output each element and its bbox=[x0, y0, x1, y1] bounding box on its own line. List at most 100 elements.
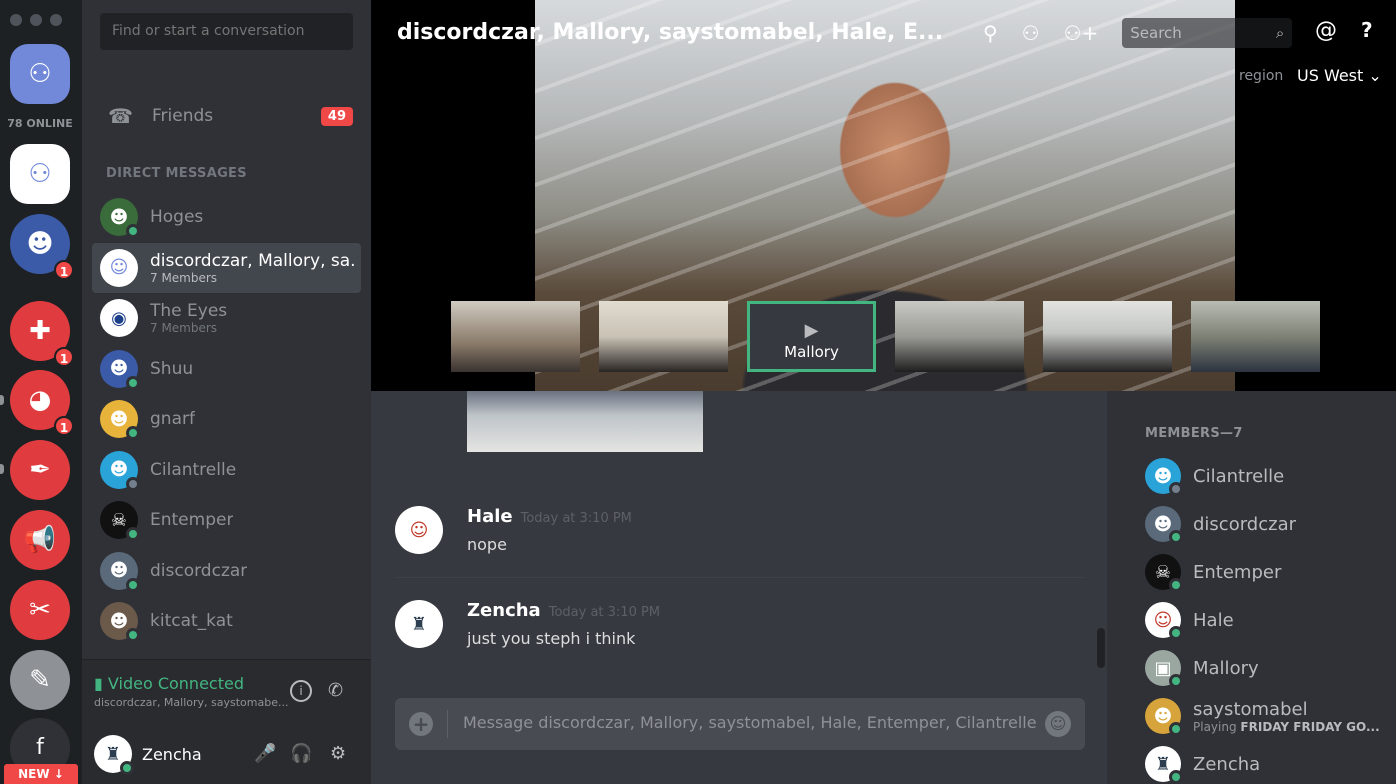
participant-thumbnail-selected[interactable]: ▶ Mallory bbox=[747, 301, 876, 372]
microphone-icon[interactable]: 🎤 bbox=[254, 743, 276, 764]
user-avatar[interactable]: ♜ bbox=[94, 735, 134, 775]
message-list: ☺ Hale Today at 3:10 PM nope ♜ Zencha Toda… bbox=[371, 480, 1107, 668]
video-call-members: discordczar, Mallory, saystomabe... bbox=[94, 696, 289, 709]
online-status-dot bbox=[126, 375, 140, 390]
server-hoges[interactable]: ☻ 1 bbox=[10, 214, 74, 280]
online-status-dot bbox=[126, 224, 140, 239]
window-controls bbox=[10, 14, 62, 26]
upload-plus-icon[interactable]: + bbox=[409, 712, 433, 736]
member-item[interactable]: ☻ discordczar bbox=[1145, 500, 1380, 548]
signal-icon: ▮ bbox=[94, 674, 103, 693]
dm-item-kitcat-kat[interactable]: ☻ kitcat_kat bbox=[92, 596, 361, 647]
member-item[interactable]: ☺ Hale bbox=[1145, 596, 1380, 644]
dm-item-shuu[interactable]: ☻ Shuu bbox=[92, 344, 361, 395]
disconnect-call-button[interactable]: ✆ bbox=[328, 680, 343, 701]
members-toggle-icon[interactable]: ⚇ bbox=[1022, 21, 1040, 45]
participant-thumbnail[interactable] bbox=[1043, 301, 1172, 372]
friends-label: Friends bbox=[152, 106, 214, 126]
participant-thumbnail[interactable] bbox=[451, 301, 580, 372]
member-name: Cilantrelle bbox=[1193, 465, 1285, 487]
discord-app: ⚇ 78 ONLINE ⚇ ☻ 1 ✚ 1 ◕ 1 ✒ 📢 ✂ ✎ f NEW … bbox=[0, 0, 1396, 784]
pin-icon[interactable]: ⚲ bbox=[983, 21, 998, 45]
dm-item-group-discordczar[interactable]: ☺ discordczar, Mallory, sa... 7 Members bbox=[92, 242, 361, 293]
group-avatar: ◉ bbox=[100, 299, 138, 338]
avatar: ☻ bbox=[100, 198, 140, 239]
participant-thumbnail[interactable] bbox=[599, 301, 728, 372]
author-name[interactable]: Hale bbox=[467, 506, 513, 527]
avatar: ☻ bbox=[100, 450, 140, 491]
settings-gear-icon[interactable]: ⚙ bbox=[330, 743, 346, 764]
author-avatar[interactable]: ♜ bbox=[395, 600, 443, 648]
friends-nav-item[interactable]: ☎ Friends 49 bbox=[92, 92, 361, 140]
minimize-window-button[interactable] bbox=[30, 14, 42, 26]
message-header: Zencha Today at 3:10 PM bbox=[467, 600, 660, 621]
server-sketch[interactable]: ✎ bbox=[10, 650, 70, 710]
member-item[interactable]: ♜ Zencha bbox=[1145, 740, 1380, 784]
member-avatar: ☻ bbox=[1145, 506, 1183, 544]
member-item[interactable]: ☠ Entemper bbox=[1145, 548, 1380, 596]
avatar: ☻ bbox=[100, 602, 140, 643]
participant-thumbnail[interactable] bbox=[1191, 301, 1320, 372]
dm-item-the-eyes[interactable]: ◉ The Eyes 7 Members bbox=[92, 293, 361, 344]
message: ♜ Zencha Today at 3:10 PM just you steph … bbox=[371, 574, 1107, 668]
connection-info-button[interactable]: i bbox=[290, 680, 312, 702]
add-friend-icon[interactable]: ⚇+ bbox=[1064, 21, 1099, 45]
dm-item-entemper[interactable]: ☠ Entemper bbox=[92, 495, 361, 546]
member-avatar: ☺ bbox=[1145, 602, 1183, 640]
mentions-icon[interactable]: @ bbox=[1315, 18, 1337, 43]
dm-name: Hoges bbox=[150, 207, 204, 228]
participant-thumbnail[interactable] bbox=[895, 301, 1024, 372]
dm-item-cilantrelle[interactable]: ☻ Cilantrelle bbox=[92, 445, 361, 496]
dm-item-hoges[interactable]: ☻ Hoges bbox=[92, 192, 361, 243]
author-avatar[interactable]: ☺ bbox=[395, 506, 443, 554]
dm-member-count: 7 Members bbox=[150, 321, 218, 336]
headphones-icon[interactable]: 🎧 bbox=[290, 743, 312, 764]
message-timestamp: Today at 3:10 PM bbox=[548, 605, 661, 620]
server-pen[interactable]: ✒ bbox=[10, 440, 70, 500]
member-activity: Playing FRIDAY FRIDAY GO... bbox=[1193, 719, 1380, 734]
message-input[interactable]: Message discordczar, Mallory, saystomabe… bbox=[463, 713, 1037, 732]
dm-name: Entemper bbox=[150, 510, 234, 531]
dm-sidebar: ☎ Friends 49 DIRECT MESSAGES ☻ Hoges ☺ d… bbox=[82, 0, 371, 784]
member-item[interactable]: ☻ saystomabel Playing FRIDAY FRIDAY GO..… bbox=[1145, 692, 1380, 740]
messages-scrollbar[interactable] bbox=[1097, 628, 1105, 668]
message-composer: + Message discordczar, Mallory, saystoma… bbox=[395, 698, 1085, 750]
dm-item-discordczar[interactable]: ☻ discordczar bbox=[92, 546, 361, 597]
online-status-dot bbox=[1169, 578, 1183, 592]
server-megaphone[interactable]: 📢 bbox=[10, 510, 70, 570]
close-window-button[interactable] bbox=[10, 14, 22, 26]
new-unreads-button[interactable]: NEW ↓ bbox=[4, 764, 78, 784]
online-status-dot bbox=[126, 426, 140, 441]
video-call-view: discordczar, Mallory, saystomabel, Hale,… bbox=[371, 0, 1396, 391]
author-name[interactable]: Zencha bbox=[467, 600, 541, 621]
member-item[interactable]: ☻ Cilantrelle bbox=[1145, 452, 1380, 500]
home-friends-button[interactable]: ⚇ bbox=[10, 44, 70, 104]
attachment-preview-image[interactable] bbox=[467, 391, 703, 452]
gamepad-server-icon: ✚ bbox=[29, 316, 51, 346]
hoges-server-icon: ☻ bbox=[26, 229, 54, 259]
avatar: ☻ bbox=[100, 349, 140, 390]
member-item[interactable]: ▣ Mallory bbox=[1145, 644, 1380, 692]
online-status-dot bbox=[1169, 626, 1183, 640]
dm-item-gnarf[interactable]: ☻ gnarf bbox=[92, 394, 361, 445]
header-toolbar: ⚲ ⚇ ⚇+ Search ⌕ bbox=[983, 18, 1293, 48]
composer-divider bbox=[447, 710, 448, 738]
group-dm-shortcut[interactable]: ⚇ bbox=[10, 144, 70, 204]
participant-thumbnails: ▶ Mallory bbox=[451, 301, 1320, 372]
maximize-window-button[interactable] bbox=[50, 14, 62, 26]
server-gamepad[interactable]: ✚ 1 bbox=[10, 301, 74, 367]
help-icon[interactable]: ? bbox=[1361, 18, 1373, 42]
region-select[interactable]: US West ⌄ bbox=[1297, 66, 1382, 85]
online-status-dot bbox=[126, 527, 140, 542]
avatar: ☻ bbox=[100, 551, 140, 592]
group-avatar: ☺ bbox=[100, 248, 138, 287]
message-search-input[interactable]: Search ⌕ bbox=[1122, 18, 1293, 48]
offline-status-dot bbox=[126, 476, 140, 491]
member-name: Zencha bbox=[1193, 753, 1261, 775]
megaphone-server-icon: 📢 bbox=[23, 525, 57, 555]
server-mention-badge: 1 bbox=[54, 260, 74, 280]
server-tools[interactable]: ✂ bbox=[10, 580, 70, 640]
server-discord[interactable]: ◕ 1 bbox=[10, 370, 74, 436]
conversation-search-input[interactable] bbox=[100, 13, 353, 50]
emoji-picker-icon[interactable]: ☺ bbox=[1045, 711, 1071, 737]
